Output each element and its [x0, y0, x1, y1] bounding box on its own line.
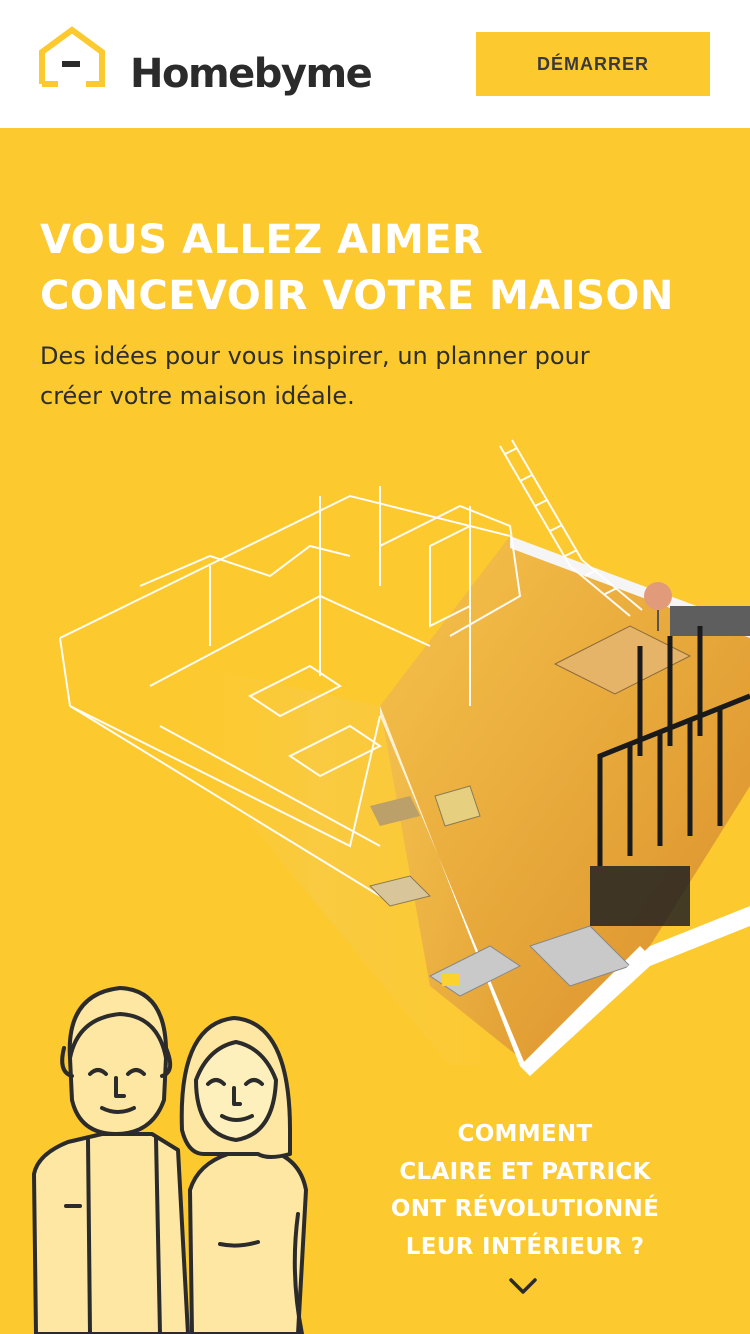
hero-title-line: CONCEVOIR VOTRE MAISON — [40, 273, 674, 319]
story-line: LEUR INTÉRIEUR ? — [405, 1233, 645, 1260]
story-line: COMMENT — [457, 1121, 593, 1147]
story-line: CLAIRE ET PATRICK — [399, 1158, 651, 1185]
chevron-down-icon[interactable] — [503, 1274, 543, 1298]
site-header: Homebyme DÉMARRER — [0, 0, 750, 128]
brand-name: Homebyme — [130, 51, 373, 97]
couple-illustration — [32, 986, 308, 1334]
hero-section: VOUS ALLEZ AIMER CONCEVOIR VOTRE MAISON … — [0, 128, 750, 1334]
hero-subtitle-line: créer votre maison idéale. — [40, 382, 355, 410]
hero-title: VOUS ALLEZ AIMER CONCEVOIR VOTRE MAISON — [40, 212, 730, 324]
house-outline-icon — [39, 26, 105, 87]
homebyme-logo[interactable]: Homebyme — [38, 26, 378, 102]
hero-title-line: VOUS ALLEZ AIMER — [40, 217, 484, 263]
hero-subtitle: Des idées pour vous inspirer, un planner… — [40, 336, 700, 416]
hero-subtitle-line: Des idées pour vous inspirer, un planner… — [40, 342, 590, 370]
story-line: ONT RÉVOLUTIONNÉ — [390, 1196, 660, 1222]
customer-story-teaser[interactable]: COMMENT CLAIRE ET PATRICK ONT RÉVOLUTION… — [360, 1116, 690, 1266]
start-button[interactable]: DÉMARRER — [476, 32, 710, 96]
